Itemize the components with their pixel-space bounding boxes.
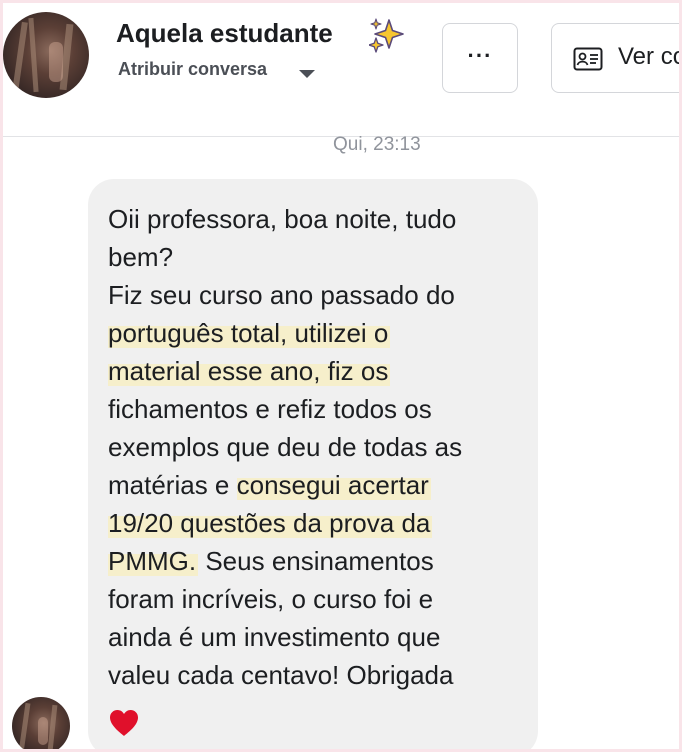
message-text-segment: matérias e [108,470,237,500]
view-profile-label: Ver co [618,43,679,70]
message-text-segment: exemplos que deu de todas as [108,432,463,462]
message-text-segment: Fiz seu curso ano passado do [108,280,455,310]
highlighted-text: PMMG. [108,546,199,576]
message-text-segment: valeu cada centavo! Obrigada [108,660,454,690]
view-profile-button[interactable]: Ver co [551,23,679,93]
more-dots-icon: ··· [467,43,493,68]
message-text-segment: fichamentos e refiz todos os [108,394,432,424]
message-line: PMMG. Seus ensinamentos [108,542,538,580]
highlighted-text: material esse ano, fiz os [108,356,391,386]
message-line: 19/20 questões da prova da [108,504,538,542]
sparkles-emoji-icon [369,18,404,53]
message-line: Oii professora, boa noite, tudo [108,200,538,238]
chat-window: Aquela estudante Atribuir conversa ··· V… [3,3,679,749]
assign-conversation-label: Atribuir conversa [118,59,268,79]
red-heart-emoji-icon [110,710,138,736]
conversation-header: Aquela estudante Atribuir conversa ··· V… [3,3,679,137]
message-line: bem? [108,238,538,276]
message-text: Oii professora, boa noite, tudo bem? Fiz s… [108,200,538,694]
sender-avatar[interactable] [12,697,70,749]
contact-name[interactable]: Aquela estudante [116,18,333,49]
message-line: matérias e consegui acertar [108,466,538,504]
caret-down-icon[interactable] [299,70,315,78]
message-text-segment: Oii professora, boa noite, tudo [108,204,457,234]
highlighted-text: 19/20 questões da prova da [108,508,433,538]
message-text-segment: bem? [108,242,174,272]
message-line: foram incríveis, o curso foi e [108,580,538,618]
message-text-segment: foram incríveis, o curso foi e [108,584,434,614]
highlighted-text: consegui acertar [236,470,431,500]
more-options-button[interactable]: ··· [442,23,518,93]
message-line: ainda é um investimento que [108,618,538,656]
contact-avatar[interactable] [3,12,89,98]
contact-card-icon [573,47,603,71]
assign-conversation-dropdown[interactable]: Atribuir conversa [118,59,267,80]
message-line: fichamentos e refiz todos os [108,390,538,428]
message-timestamp: Qui, 23:13 [333,134,421,155]
message-text-segment: Seus ensinamentos [198,546,434,576]
highlighted-text: português total, utilizei o [108,318,391,348]
message-line: valeu cada centavo! Obrigada [108,656,538,694]
message-text-segment: ainda é um investimento que [108,622,441,652]
message-line: exemplos que deu de todas as [108,428,538,466]
message-line: português total, utilizei o [108,314,538,352]
message-line: material esse ano, fiz os [108,352,538,390]
message-line: Fiz seu curso ano passado do [108,276,538,314]
